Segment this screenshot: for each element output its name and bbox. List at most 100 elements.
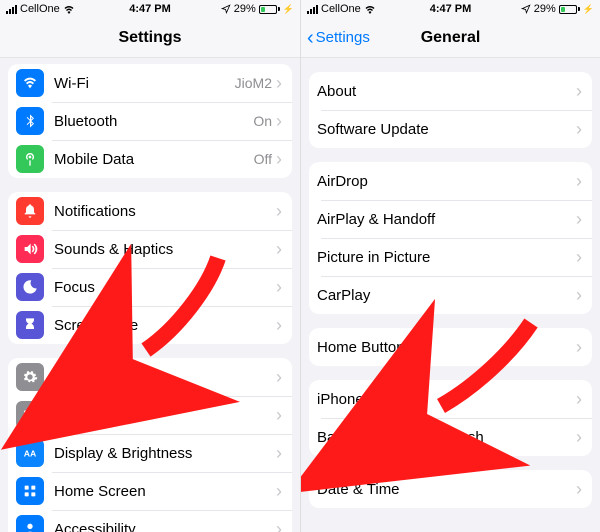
page-title: Settings xyxy=(118,29,181,47)
settings-row-display-brightness[interactable]: AA Display & Brightness› xyxy=(8,434,292,472)
chevron-right-icon: › xyxy=(276,111,282,132)
row-label: Focus xyxy=(54,279,276,296)
row-label: About xyxy=(317,83,576,100)
settings-group: Date & Time› xyxy=(309,470,592,508)
back-label: Settings xyxy=(316,29,370,46)
chevron-right-icon: › xyxy=(276,367,282,388)
chevron-right-icon: › xyxy=(576,247,582,268)
row-label: Display & Brightness xyxy=(54,445,276,462)
battery-icon xyxy=(559,5,580,14)
row-label: Background App Refresh xyxy=(317,429,576,446)
gear-icon xyxy=(16,363,44,391)
settings-row-bluetooth[interactable]: BluetoothOn› xyxy=(8,102,292,140)
bell-icon xyxy=(16,197,44,225)
settings-row-background-app-refresh[interactable]: Background App Refresh› xyxy=(309,418,592,456)
settings-row-airplay-handoff[interactable]: AirPlay & Handoff› xyxy=(309,200,592,238)
row-label: Sounds & Haptics xyxy=(54,241,276,258)
settings-group: General›Control Centre›AADisplay & Brigh… xyxy=(8,358,292,532)
chevron-right-icon: › xyxy=(276,519,282,532)
wifi-icon xyxy=(16,69,44,97)
settings-row-home-button[interactable]: Home Button› xyxy=(309,328,592,366)
general-list[interactable]: About›Software Update›AirDrop›AirPlay & … xyxy=(301,58,600,532)
settings-row-picture-in-picture[interactable]: Picture in Picture› xyxy=(309,238,592,276)
clock-label: 4:47 PM xyxy=(301,3,600,15)
row-label: Notifications xyxy=(54,203,276,220)
settings-row-accessibility[interactable]: Accessibility› xyxy=(8,510,292,532)
battery-icon xyxy=(259,5,280,14)
chevron-right-icon: › xyxy=(276,443,282,464)
settings-row-sounds-haptics[interactable]: Sounds & Haptics› xyxy=(8,230,292,268)
settings-row-about[interactable]: About› xyxy=(309,72,592,110)
settings-screen: CellOne 4:47 PM 29% ⚡ Settings Wi-FiJioM… xyxy=(0,0,300,532)
nav-bar: Settings xyxy=(0,18,300,58)
row-label: Bluetooth xyxy=(54,113,253,130)
settings-row-focus[interactable]: Focus› xyxy=(8,268,292,306)
settings-row-home-screen[interactable]: Home Screen› xyxy=(8,472,292,510)
row-label: AirDrop xyxy=(317,173,576,190)
back-button[interactable]: ‹ Settings xyxy=(307,28,370,48)
settings-group: Notifications›Sounds & Haptics›Focus›Scr… xyxy=(8,192,292,344)
chevron-left-icon: ‹ xyxy=(307,28,314,48)
row-label: Date & Time xyxy=(317,481,576,498)
chevron-right-icon: › xyxy=(576,285,582,306)
chevron-right-icon: › xyxy=(276,277,282,298)
chevron-right-icon: › xyxy=(576,171,582,192)
settings-group: AirDrop›AirPlay & Handoff›Picture in Pic… xyxy=(309,162,592,314)
row-value: Off xyxy=(254,151,272,167)
person-icon xyxy=(16,515,44,532)
row-label: Accessibility xyxy=(54,521,276,532)
hourglass-icon xyxy=(16,311,44,339)
row-label: Home Button xyxy=(317,339,576,356)
settings-group: Wi-FiJioM2›BluetoothOn›Mobile DataOff› xyxy=(8,64,292,178)
settings-row-wi-fi[interactable]: Wi-FiJioM2› xyxy=(8,64,292,102)
row-label: General xyxy=(54,369,276,386)
row-value: JioM2 xyxy=(235,75,272,91)
settings-row-iphone-storage[interactable]: iPhone Storage› xyxy=(309,380,592,418)
antenna-icon xyxy=(16,145,44,173)
row-label: Mobile Data xyxy=(54,151,254,168)
settings-row-mobile-data[interactable]: Mobile DataOff› xyxy=(8,140,292,178)
settings-row-notifications[interactable]: Notifications› xyxy=(8,192,292,230)
chevron-right-icon: › xyxy=(576,427,582,448)
row-label: Software Update xyxy=(317,121,576,138)
settings-row-screen-time[interactable]: Screen Time› xyxy=(8,306,292,344)
settings-list[interactable]: Wi-FiJioM2›BluetoothOn›Mobile DataOff›No… xyxy=(0,58,300,532)
status-bar: CellOne 4:47 PM 29% ⚡ xyxy=(0,0,300,18)
switches-icon xyxy=(16,401,44,429)
status-bar: CellOne 4:47 PM 29% ⚡ xyxy=(301,0,600,18)
chevron-right-icon: › xyxy=(276,201,282,222)
row-value: On xyxy=(253,113,272,129)
chevron-right-icon: › xyxy=(276,405,282,426)
row-label: Control Centre xyxy=(54,407,276,424)
grid-icon xyxy=(16,477,44,505)
page-title: General xyxy=(421,29,481,47)
settings-row-carplay[interactable]: CarPlay› xyxy=(309,276,592,314)
chevron-right-icon: › xyxy=(576,119,582,140)
chevron-right-icon: › xyxy=(276,149,282,170)
chevron-right-icon: › xyxy=(276,315,282,336)
settings-group: Home Button› xyxy=(309,328,592,366)
settings-group: About›Software Update› xyxy=(309,72,592,148)
general-screen: CellOne 4:47 PM 29% ⚡ ‹ Settings General… xyxy=(300,0,600,532)
aa-icon: AA xyxy=(16,439,44,467)
settings-row-control-centre[interactable]: Control Centre› xyxy=(8,396,292,434)
moon-icon xyxy=(16,273,44,301)
chevron-right-icon: › xyxy=(576,389,582,410)
settings-group: iPhone Storage›Background App Refresh› xyxy=(309,380,592,456)
settings-row-software-update[interactable]: Software Update› xyxy=(309,110,592,148)
row-label: Wi-Fi xyxy=(54,75,235,92)
chevron-right-icon: › xyxy=(576,337,582,358)
chevron-right-icon: › xyxy=(276,239,282,260)
settings-row-date-time[interactable]: Date & Time› xyxy=(309,470,592,508)
svg-text:AA: AA xyxy=(24,448,37,458)
row-label: Screen Time xyxy=(54,317,276,334)
settings-row-general[interactable]: General› xyxy=(8,358,292,396)
chevron-right-icon: › xyxy=(276,481,282,502)
chevron-right-icon: › xyxy=(576,81,582,102)
row-label: Home Screen xyxy=(54,483,276,500)
row-label: Picture in Picture xyxy=(317,249,576,266)
nav-bar: ‹ Settings General xyxy=(301,18,600,58)
bluetooth-icon xyxy=(16,107,44,135)
row-label: CarPlay xyxy=(317,287,576,304)
settings-row-airdrop[interactable]: AirDrop› xyxy=(309,162,592,200)
